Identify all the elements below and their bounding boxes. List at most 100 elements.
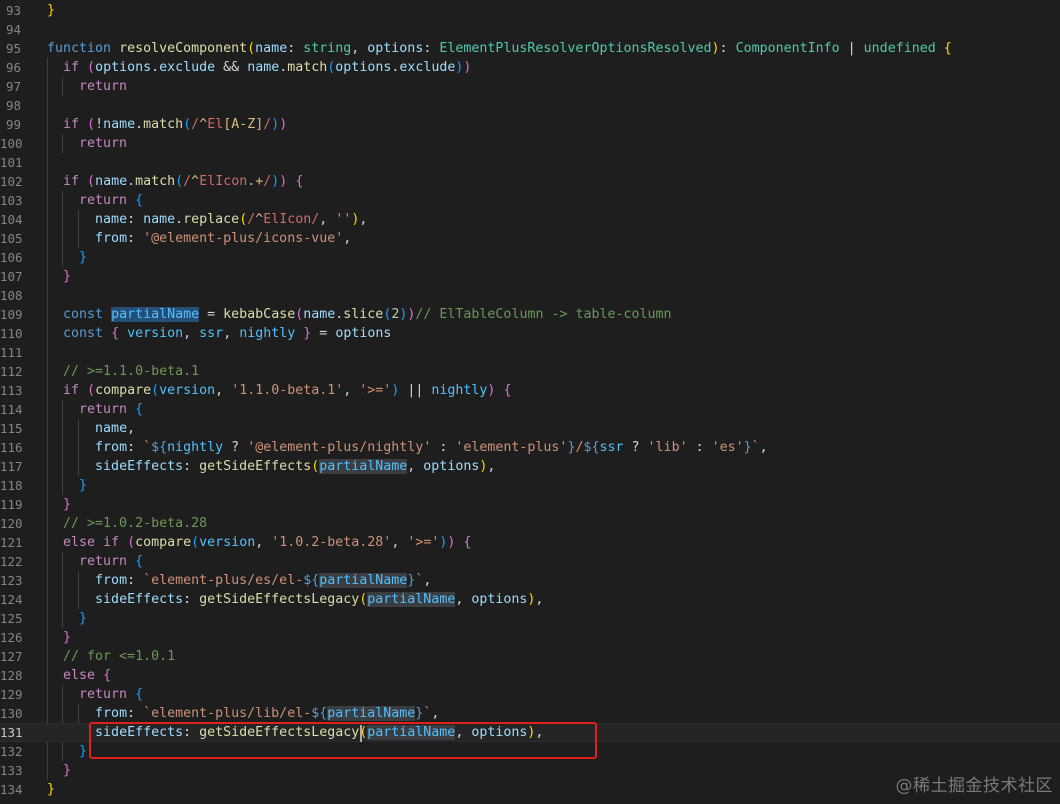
code-token: } — [63, 763, 72, 778]
code-line[interactable]: 116 from: `${nightly ? '@element-plus/ni… — [0, 438, 1060, 457]
code-text[interactable]: if (compare(version, '1.1.0-beta.1', '>=… — [47, 381, 511, 400]
code-token: ? — [223, 440, 248, 455]
code-line[interactable]: 104 name: name.replace(/^ElIcon/, ''), — [0, 210, 1060, 229]
code-text[interactable]: const partialName = kebabCase(name.slice… — [47, 305, 672, 324]
code-text[interactable]: // >=1.0.2-beta.28 — [47, 514, 207, 533]
code-text[interactable]: else if (compare(version, '1.0.2-beta.28… — [47, 533, 471, 552]
code-line[interactable]: 94 — [0, 20, 1060, 39]
code-line[interactable]: 124 sideEffects: getSideEffectsLegacy(pa… — [0, 590, 1060, 609]
code-text[interactable]: from: `${nightly ? '@element-plus/nightl… — [47, 438, 768, 457]
code-line[interactable]: 120 // >=1.0.2-beta.28 — [0, 514, 1060, 533]
code-line[interactable]: 123 from: `element-plus/es/el-${partialN… — [0, 571, 1060, 590]
code-text[interactable]: from: '@element-plus/icons-vue', — [47, 229, 351, 248]
code-token: '@element-plus/nightly' — [247, 440, 432, 455]
code-token: ${ — [583, 440, 600, 455]
code-text[interactable]: else { — [47, 666, 111, 685]
code-token: function — [47, 41, 112, 56]
code-line[interactable]: 130 from: `element-plus/lib/el-${partial… — [0, 704, 1060, 723]
code-line[interactable]: 126 } — [0, 628, 1060, 647]
code-token: // >=1.0.2-beta.28 — [63, 516, 208, 531]
code-line[interactable]: 110 const { version, ssr, nightly } = op… — [0, 324, 1060, 343]
code-text[interactable]: } — [47, 742, 87, 761]
code-line[interactable]: 99 if (!name.match(/^El[A-Z]/)) — [0, 115, 1060, 134]
code-line[interactable]: 114 return { — [0, 400, 1060, 419]
code-text[interactable]: return — [47, 77, 127, 96]
line-number: 94 — [5, 22, 21, 37]
code-text[interactable]: const { version, ssr, nightly } = option… — [47, 324, 391, 343]
code-line[interactable]: 108 — [0, 286, 1060, 305]
code-text[interactable]: sideEffects: getSideEffectsLegacy(partia… — [47, 590, 543, 609]
code-editor[interactable]: 93} 94 95 function resolveComponent(name: s… — [0, 0, 1060, 804]
code-text[interactable]: sideEffects: getSideEffects(partialName,… — [47, 457, 495, 476]
code-line[interactable]: 93} — [0, 1, 1060, 20]
code-line[interactable]: 128 else { — [0, 666, 1060, 685]
code-token: match — [143, 117, 184, 132]
code-text[interactable]: from: `element-plus/es/el-${partialName}… — [47, 571, 431, 590]
code-line[interactable]: 111 — [0, 343, 1060, 362]
line-number: 109 — [0, 307, 23, 322]
code-line[interactable]: 118 } — [0, 476, 1060, 495]
line-number: 97 — [5, 79, 21, 94]
code-text[interactable]: return { — [47, 552, 143, 571]
code-token: { — [135, 193, 144, 208]
code-text[interactable]: function resolveComponent(name: string, … — [47, 39, 952, 58]
code-line[interactable]: 105 from: '@element-plus/icons-vue', — [0, 229, 1060, 248]
code-line[interactable]: 117 sideEffects: getSideEffects(partialN… — [0, 457, 1060, 476]
code-token: { — [103, 668, 112, 683]
code-line[interactable]: 115 name, — [0, 419, 1060, 438]
code-line[interactable]: 102 if (name.match(/^ElIcon.+/)) { — [0, 172, 1060, 191]
code-line[interactable]: 103 return { — [0, 191, 1060, 210]
code-line[interactable]: 95 function resolveComponent(name: string… — [0, 39, 1060, 58]
code-line[interactable]: 129 return { — [0, 685, 1060, 704]
code-text[interactable]: if (name.match(/^ElIcon.+/)) { — [47, 172, 303, 191]
code-text[interactable]: return { — [47, 685, 143, 704]
code-line[interactable]: 100 return — [0, 134, 1060, 153]
code-line[interactable]: 119 } — [0, 495, 1060, 514]
code-text[interactable]: } — [47, 609, 87, 628]
code-line[interactable]: 127 // for <=1.0.1 — [0, 647, 1060, 666]
code-text[interactable]: name: name.replace(/^ElIcon/, ''), — [47, 210, 367, 229]
code-text[interactable]: } — [47, 761, 71, 780]
code-token: exclude — [399, 60, 456, 75]
code-token: match — [135, 174, 176, 189]
code-text[interactable]: } — [47, 267, 71, 286]
code-text[interactable]: } — [47, 248, 87, 267]
code-text[interactable]: if (!name.match(/^El[A-Z]/)) — [47, 115, 287, 134]
code-line[interactable]: 97 return — [0, 77, 1060, 96]
code-line[interactable]: 112 // >=1.1.0-beta.1 — [0, 362, 1060, 381]
code-text[interactable]: return { — [47, 400, 143, 419]
code-line[interactable]: 122 return { — [0, 552, 1060, 571]
code-text[interactable]: } — [47, 476, 87, 495]
code-line[interactable]: 107 } — [0, 267, 1060, 286]
code-line[interactable]: 125 } — [0, 609, 1060, 628]
code-token: ( — [183, 117, 192, 132]
line-number: 116 — [0, 440, 23, 455]
code-token: / — [183, 174, 192, 189]
code-text[interactable]: } — [47, 495, 71, 514]
code-line[interactable]: 109 const partialName = kebabCase(name.s… — [0, 305, 1060, 324]
code-text[interactable]: from: `element-plus/lib/el-${partialName… — [47, 704, 439, 723]
code-text[interactable]: return { — [47, 191, 143, 210]
code-line[interactable]: 96 if (options.exclude && name.match(opt… — [0, 58, 1060, 77]
code-text[interactable]: // for <=1.0.1 — [47, 647, 175, 666]
code-text[interactable]: } — [47, 1, 55, 20]
code-line[interactable]: 121 else if (compare(version, '1.0.2-bet… — [0, 533, 1060, 552]
code-text[interactable]: } — [47, 628, 71, 647]
code-token: = — [199, 307, 224, 322]
code-token: , — [223, 326, 240, 341]
code-text[interactable]: // >=1.1.0-beta.1 — [47, 362, 199, 381]
code-line[interactable]: 106 } — [0, 248, 1060, 267]
code-line[interactable]: 101 — [0, 153, 1060, 172]
code-line[interactable]: 113 if (compare(version, '1.1.0-beta.1',… — [0, 381, 1060, 400]
code-text[interactable]: if (options.exclude && name.match(option… — [47, 58, 471, 77]
code-line[interactable]: 98 — [0, 96, 1060, 115]
code-text[interactable]: return — [47, 134, 127, 153]
code-text[interactable]: } — [47, 780, 55, 799]
code-token: from — [95, 573, 128, 588]
line-number: 98 — [5, 98, 21, 113]
code-text[interactable]: name, — [47, 419, 135, 438]
